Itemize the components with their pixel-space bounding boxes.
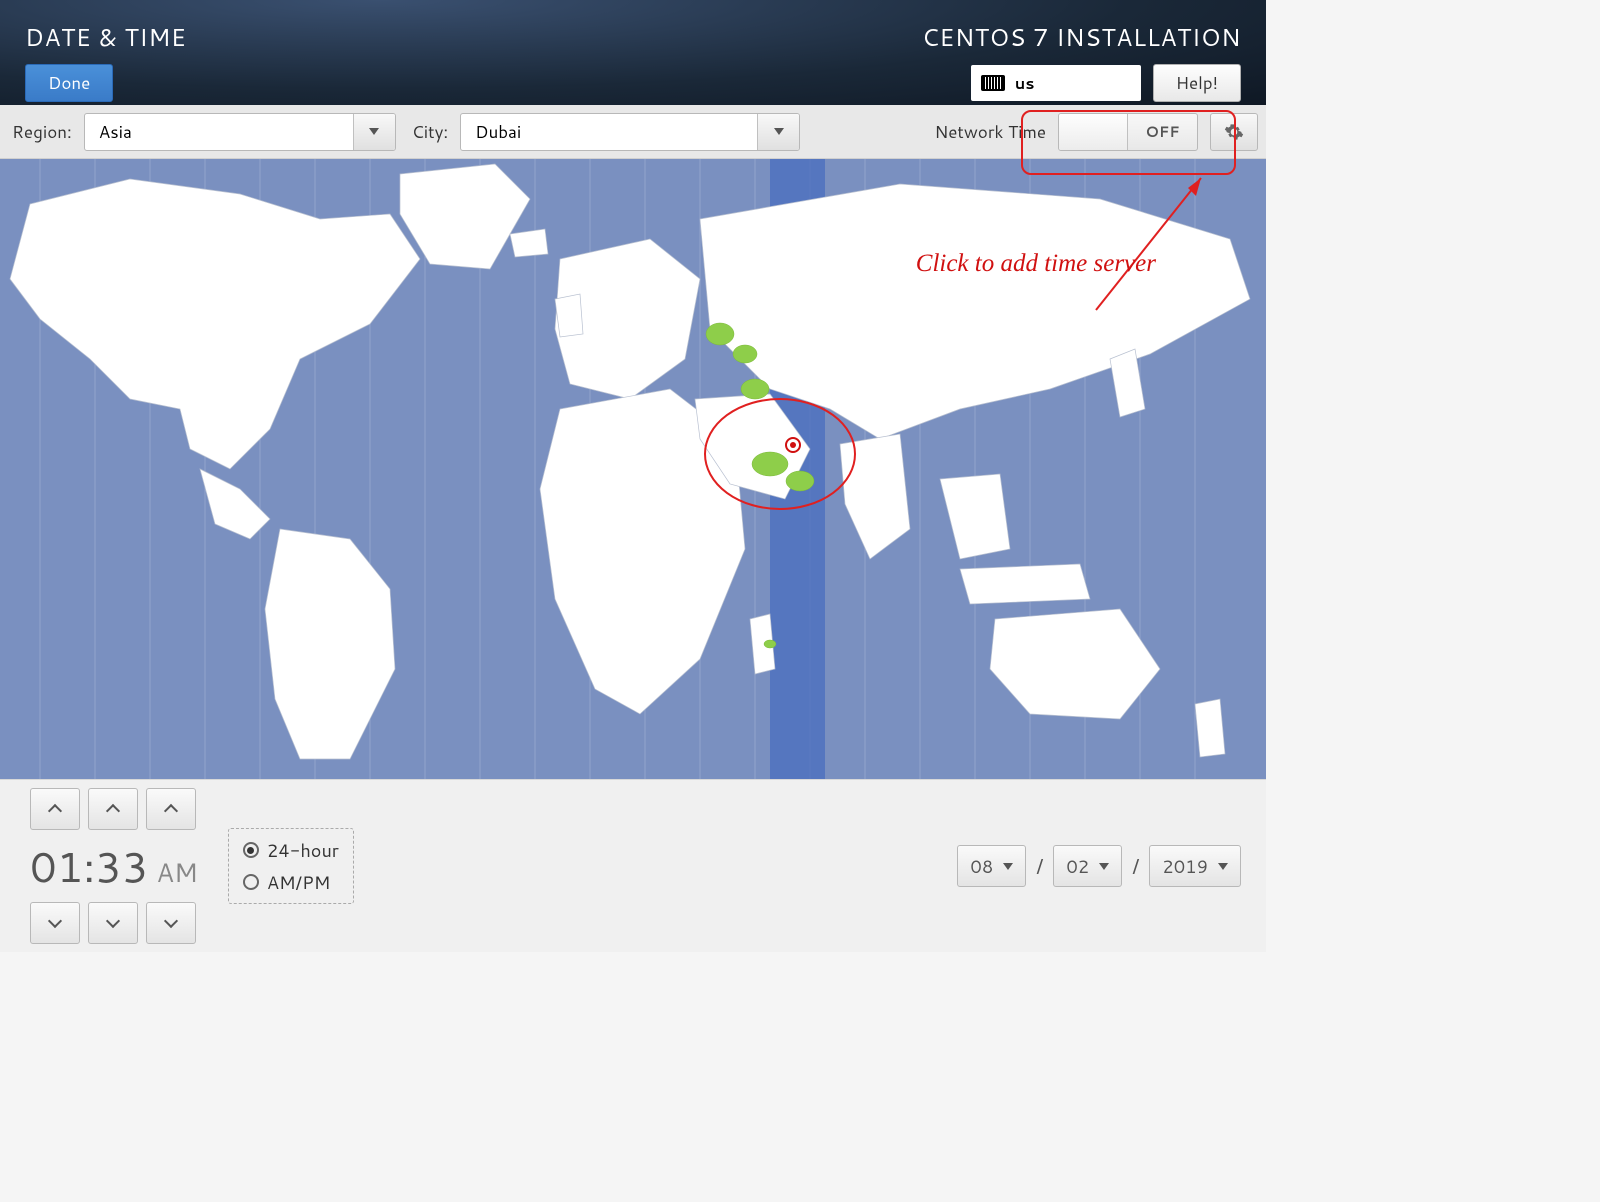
date-separator: / bbox=[1132, 852, 1139, 880]
keyboard-layout-label: us bbox=[1015, 72, 1035, 95]
region-dropdown[interactable]: Asia bbox=[84, 113, 396, 151]
year-value: 2019 bbox=[1162, 853, 1208, 879]
ampm-up-button[interactable] bbox=[146, 788, 196, 830]
install-title: CENTOS 7 INSTALLATION bbox=[922, 20, 1241, 54]
chevron-down-icon bbox=[757, 114, 799, 150]
timezone-controls-bar: Region: Asia City: Dubai Network Time OF… bbox=[0, 105, 1266, 159]
chevron-down-icon bbox=[353, 114, 395, 150]
time-display: 01:33 AM bbox=[30, 836, 198, 896]
city-value: Dubai bbox=[461, 120, 535, 144]
ampm-down-button[interactable] bbox=[146, 902, 196, 944]
network-time-toggle[interactable]: OFF bbox=[1058, 113, 1198, 151]
chevron-up-icon bbox=[106, 804, 120, 818]
chevron-up-icon bbox=[48, 804, 62, 818]
region-value: Asia bbox=[85, 120, 146, 144]
chevron-down-icon bbox=[1218, 863, 1228, 870]
date-controls: 08 / 02 / 2019 bbox=[957, 845, 1241, 887]
done-button[interactable]: Done bbox=[25, 64, 113, 102]
keyboard-layout-selector[interactable]: us bbox=[971, 65, 1141, 101]
region-label: Region: bbox=[12, 120, 72, 144]
city-dropdown[interactable]: Dubai bbox=[460, 113, 800, 151]
format-24h-radio[interactable]: 24-hour bbox=[243, 837, 339, 863]
format-ampm-radio[interactable]: AM/PM bbox=[243, 869, 339, 895]
page-title: DATE & TIME bbox=[25, 20, 186, 54]
time-spinners: 01:33 AM bbox=[30, 788, 198, 944]
chevron-down-icon bbox=[1099, 863, 1109, 870]
header-bar: DATE & TIME Done CENTOS 7 INSTALLATION u… bbox=[0, 0, 1266, 105]
help-button[interactable]: Help! bbox=[1153, 64, 1241, 102]
chevron-down-icon bbox=[164, 914, 178, 928]
world-landmasses bbox=[10, 164, 1250, 759]
toggle-state-label: OFF bbox=[1128, 114, 1197, 150]
gear-icon bbox=[1224, 122, 1244, 142]
datetime-bottom-bar: 01:33 AM 24-hour AM/PM 08 / 02 / bbox=[0, 779, 1266, 952]
city-label: City: bbox=[412, 120, 448, 144]
minutes-down-button[interactable] bbox=[88, 902, 138, 944]
time-format-group: 24-hour AM/PM bbox=[228, 828, 354, 904]
ampm-value: AM bbox=[156, 855, 197, 891]
day-dropdown[interactable]: 02 bbox=[1053, 845, 1122, 887]
chevron-up-icon bbox=[164, 804, 178, 818]
network-time-settings-button[interactable] bbox=[1210, 113, 1258, 151]
radio-selected-icon bbox=[243, 842, 259, 858]
minutes-up-button[interactable] bbox=[88, 788, 138, 830]
day-value: 02 bbox=[1066, 853, 1089, 879]
date-separator: / bbox=[1036, 852, 1043, 880]
hours-up-button[interactable] bbox=[30, 788, 80, 830]
hours-down-button[interactable] bbox=[30, 902, 80, 944]
minutes-value: 33 bbox=[95, 836, 148, 896]
year-dropdown[interactable]: 2019 bbox=[1149, 845, 1241, 887]
hours-value: 01 bbox=[30, 836, 83, 896]
keyboard-icon bbox=[981, 75, 1005, 91]
timezone-map[interactable] bbox=[0, 159, 1266, 779]
radio-icon bbox=[243, 874, 259, 890]
toggle-knob bbox=[1059, 114, 1128, 150]
format-24h-label: 24-hour bbox=[267, 837, 339, 863]
month-value: 08 bbox=[970, 853, 993, 879]
network-time-label: Network Time bbox=[934, 120, 1046, 144]
chevron-down-icon bbox=[48, 914, 62, 928]
chevron-down-icon bbox=[1003, 863, 1013, 870]
month-dropdown[interactable]: 08 bbox=[957, 845, 1026, 887]
chevron-down-icon bbox=[106, 914, 120, 928]
format-ampm-label: AM/PM bbox=[267, 869, 330, 895]
